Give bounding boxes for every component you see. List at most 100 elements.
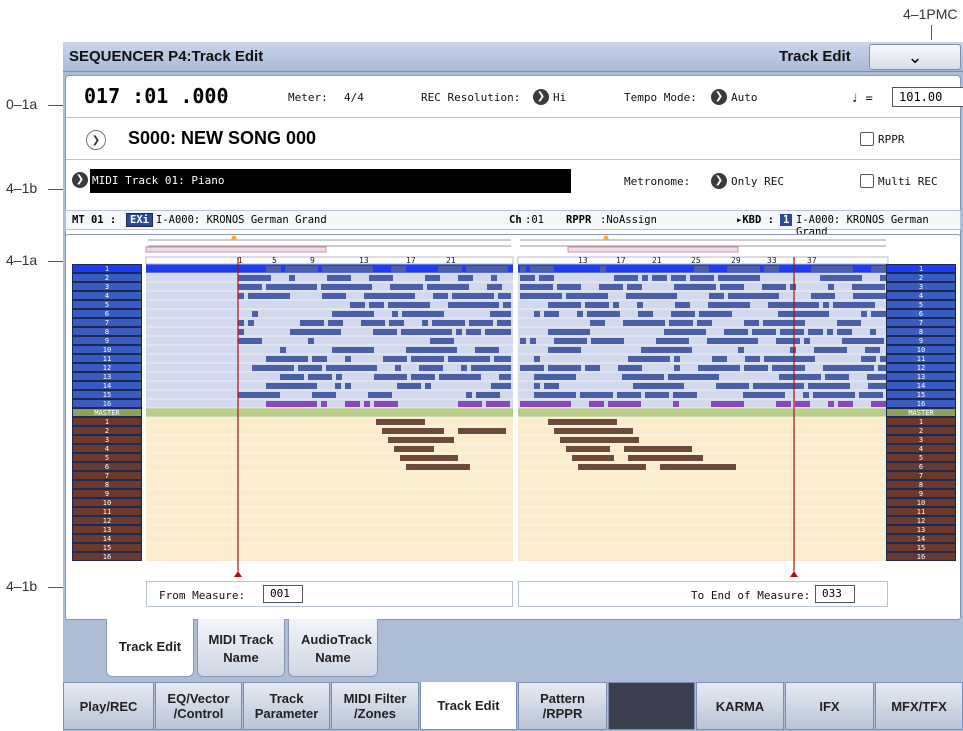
midi-track-label[interactable]: 15 bbox=[72, 390, 142, 399]
midi-track-label[interactable]: 12 bbox=[72, 363, 142, 372]
tempo-mode-value[interactable]: Auto bbox=[731, 91, 758, 104]
midi-track-label[interactable]: 4 bbox=[72, 291, 142, 300]
rec-resolution-value[interactable]: Hi bbox=[553, 91, 566, 104]
midi-track-label[interactable]: 8 bbox=[72, 327, 142, 336]
midi-track-label[interactable]: 7 bbox=[886, 318, 956, 327]
audio-track-label[interactable]: 15 bbox=[886, 543, 956, 552]
midi-track-label[interactable]: 5 bbox=[72, 300, 142, 309]
audio-track-label[interactable]: 9 bbox=[72, 489, 142, 498]
audio-track-label[interactable]: 7 bbox=[72, 471, 142, 480]
midi-track-label[interactable]: 10 bbox=[886, 345, 956, 354]
audio-track-label[interactable]: 11 bbox=[72, 507, 142, 516]
midi-track-label[interactable]: 2 bbox=[886, 273, 956, 282]
main-tab-track-edit[interactable]: Track Edit bbox=[420, 682, 517, 730]
audio-track-label[interactable]: 6 bbox=[72, 462, 142, 471]
rppr-checkbox[interactable] bbox=[860, 132, 874, 146]
audio-track-label[interactable]: 4 bbox=[886, 444, 956, 453]
audio-track-label[interactable]: 11 bbox=[886, 507, 956, 516]
midi-track-label[interactable]: 2 bbox=[72, 273, 142, 282]
audio-track-label[interactable]: 15 bbox=[72, 543, 142, 552]
midi-track-label[interactable]: 3 bbox=[72, 282, 142, 291]
midi-track-label[interactable]: 13 bbox=[72, 372, 142, 381]
metronome-value[interactable]: Only REC bbox=[731, 175, 784, 188]
audio-track-label[interactable]: 13 bbox=[72, 525, 142, 534]
audio-track-label[interactable]: 10 bbox=[72, 498, 142, 507]
audio-track-label[interactable]: 3 bbox=[886, 435, 956, 444]
midi-track-label[interactable]: 7 bbox=[72, 318, 142, 327]
midi-track-label[interactable]: 8 bbox=[886, 327, 956, 336]
metronome-arrow-icon[interactable]: ❯ bbox=[711, 173, 727, 189]
audio-track-label[interactable]: 9 bbox=[886, 489, 956, 498]
audio-track-label[interactable]: 2 bbox=[72, 426, 142, 435]
subtab-audio-track-name[interactable]: AudioTrack Name bbox=[288, 619, 378, 677]
master-track-label[interactable]: MASTER bbox=[886, 408, 956, 417]
main-tab-play-rec[interactable]: Play/REC bbox=[63, 682, 154, 730]
midi-track-label[interactable]: 14 bbox=[72, 381, 142, 390]
audio-track-label[interactable]: 6 bbox=[886, 462, 956, 471]
midi-track-label[interactable]: 1 bbox=[72, 264, 142, 273]
audio-track-label[interactable]: 7 bbox=[886, 471, 956, 480]
audio-track-label[interactable]: 14 bbox=[886, 534, 956, 543]
main-tab-midi-filter-zones[interactable]: MIDI Filter /Zones bbox=[331, 682, 419, 730]
main-tab-track-parameter[interactable]: Track Parameter bbox=[243, 682, 330, 730]
midi-track-label[interactable]: 6 bbox=[72, 309, 142, 318]
tempo-mode-arrow-icon[interactable]: ❯ bbox=[711, 89, 727, 105]
main-tab-pattern-rppr[interactable]: Pattern /RPPR bbox=[518, 682, 607, 730]
midi-track-label[interactable]: 9 bbox=[886, 336, 956, 345]
audio-track-label[interactable]: 12 bbox=[72, 516, 142, 525]
audio-track-label[interactable]: 14 bbox=[72, 534, 142, 543]
audio-track-label[interactable]: 5 bbox=[886, 453, 956, 462]
track-select-arrow-icon[interactable]: ❯ bbox=[72, 172, 88, 188]
midi-track-label[interactable]: 12 bbox=[886, 363, 956, 372]
main-tab-ifx[interactable]: IFX bbox=[785, 682, 874, 730]
midi-track-label[interactable]: 16 bbox=[72, 399, 142, 408]
midi-event bbox=[871, 311, 886, 317]
meter-value[interactable]: 4/4 bbox=[344, 91, 364, 104]
audio-track-label[interactable]: 8 bbox=[72, 480, 142, 489]
tempo-field[interactable]: 101.00 bbox=[892, 87, 963, 107]
midi-track-label[interactable]: 6 bbox=[886, 309, 956, 318]
midi-track-label[interactable]: 15 bbox=[886, 390, 956, 399]
midi-event bbox=[308, 374, 332, 380]
page-menu-button[interactable]: ⌄ bbox=[869, 44, 961, 70]
main-tab-karma[interactable]: KARMA bbox=[696, 682, 784, 730]
master-track-label[interactable]: MASTER bbox=[72, 408, 142, 417]
midi-track-label[interactable]: 11 bbox=[72, 354, 142, 363]
to-end-field[interactable]: 033 bbox=[815, 585, 855, 603]
audio-track-label[interactable]: 13 bbox=[886, 525, 956, 534]
midi-track-label[interactable]: 10 bbox=[72, 345, 142, 354]
audio-track-label[interactable]: 5 bbox=[72, 453, 142, 462]
midi-track-label[interactable]: 4 bbox=[886, 291, 956, 300]
audio-track-label[interactable]: 1 bbox=[886, 417, 956, 426]
audio-track-label[interactable]: 10 bbox=[886, 498, 956, 507]
midi-track-label[interactable]: 13 bbox=[886, 372, 956, 381]
track-select[interactable]: MIDI Track 01: Piano bbox=[90, 169, 571, 193]
midi-track-label[interactable]: 1 bbox=[886, 264, 956, 273]
main-tab-mfx-tfx[interactable]: MFX/TFX bbox=[875, 682, 963, 730]
track-edit-area[interactable]: 1 5 9 13 17 21 13 17 21 25 29 33 37 1 2 3 4 5 6 7 8 9 10 11 12 1… bbox=[65, 234, 961, 620]
audio-track-label[interactable]: 8 bbox=[886, 480, 956, 489]
midi-track-label[interactable]: 5 bbox=[886, 300, 956, 309]
audio-track-label[interactable]: 16 bbox=[72, 552, 142, 561]
audio-track-label[interactable]: 12 bbox=[886, 516, 956, 525]
audio-track-label[interactable]: 3 bbox=[72, 435, 142, 444]
main-tab-eq-vector-control[interactable]: EQ/Vector /Control bbox=[155, 682, 242, 730]
location-display[interactable]: 017 :01 .000 bbox=[84, 84, 229, 108]
midi-track-label[interactable]: 9 bbox=[72, 336, 142, 345]
midi-track-label[interactable]: 14 bbox=[886, 381, 956, 390]
audio-track-label[interactable]: 4 bbox=[72, 444, 142, 453]
midi-track-label[interactable]: 11 bbox=[886, 354, 956, 363]
song-name[interactable]: S000: NEW SONG 000 bbox=[128, 128, 316, 149]
audio-track-label[interactable]: 16 bbox=[886, 552, 956, 561]
rec-resolution-arrow-icon[interactable]: ❯ bbox=[533, 89, 549, 105]
subtab-midi-track-name[interactable]: MIDI Track Name bbox=[197, 619, 285, 677]
audio-track-label[interactable]: 1 bbox=[72, 417, 142, 426]
track-overview-graphic[interactable]: 1 5 9 13 17 21 13 17 21 25 29 33 37 bbox=[66, 235, 960, 619]
midi-track-label[interactable]: 16 bbox=[886, 399, 956, 408]
subtab-track-edit[interactable]: Track Edit bbox=[106, 619, 194, 677]
midi-track-label[interactable]: 3 bbox=[886, 282, 956, 291]
multi-rec-checkbox[interactable] bbox=[860, 174, 874, 188]
from-measure-field[interactable]: 001 bbox=[263, 585, 303, 603]
audio-track-label[interactable]: 2 bbox=[886, 426, 956, 435]
song-select-arrow-icon[interactable]: ❯ bbox=[86, 130, 106, 150]
